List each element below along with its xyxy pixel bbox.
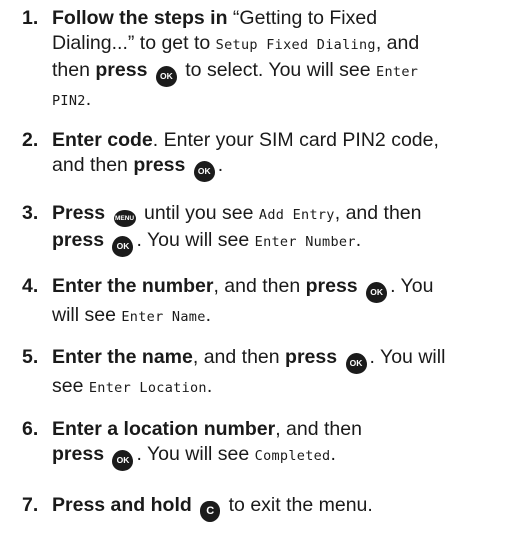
step-text-part: . (217, 154, 224, 176)
step-text: Enter the number, and then press OK. You… (52, 274, 522, 330)
clear-key-icon: C (200, 501, 221, 522)
step-number: 3. (22, 202, 39, 224)
step-action: press (305, 275, 358, 297)
step-number: 2. (22, 129, 39, 151)
ok-key-icon: OK (112, 236, 134, 257)
display-text: Setup Fixed Dialing (215, 37, 376, 53)
step-number: 5. (22, 346, 39, 368)
display-text: Enter (376, 64, 419, 80)
step-lead: Enter the number (52, 275, 214, 297)
step-lead: Enter a location number (52, 418, 276, 440)
step-lead: Enter the name (52, 346, 193, 368)
step-text-part: . (206, 375, 213, 397)
step-text-part: . You (390, 275, 434, 297)
step-number: 7. (22, 494, 39, 516)
step-text-part: . (85, 88, 92, 110)
step-text: Enter code. Enter your SIM card PIN2 cod… (52, 128, 522, 182)
display-text: Enter Location (88, 380, 207, 396)
step-text-part: . (205, 304, 212, 326)
step-text-part: , and then (334, 202, 422, 224)
step-lead: Press (52, 202, 106, 224)
step-text-part: , and then (192, 346, 286, 368)
step-text-part: to select. You will see (179, 59, 377, 81)
step-text-part: . (355, 229, 362, 251)
instruction-steps: 1. Follow the steps in “Getting to Fixed… (0, 0, 527, 539)
step-number: 4. (22, 275, 39, 297)
ok-key-icon: OK (193, 161, 215, 182)
step-text: Follow the steps in “Getting to Fixed Di… (52, 6, 522, 114)
step-text: Press MENU until you see Add Entry, and … (52, 201, 522, 257)
step-text-part: . You will (369, 346, 446, 368)
step-lead: Enter code (52, 129, 153, 151)
step-text-part: , and then (275, 418, 362, 440)
step-lead: Press and hold (52, 494, 192, 516)
step-text-part: , and (375, 32, 420, 54)
step-text-part: Dialing...” to get to (52, 32, 216, 54)
step-text: Enter the name, and then press OK. You w… (52, 345, 522, 401)
step-action: press (95, 59, 148, 81)
step-text-part: will see (52, 304, 122, 326)
step-text: Enter a location number, and then press … (52, 417, 522, 471)
display-text: PIN2 (52, 93, 86, 109)
step-lead: Follow the steps in (52, 7, 228, 29)
step-text-part: . You will see (136, 443, 255, 465)
ok-key-icon: OK (155, 66, 177, 87)
step-text: Press and hold C to exit the menu. (52, 493, 522, 522)
step-text-part: and then (52, 154, 134, 176)
step-number: 1. (22, 7, 39, 29)
step-text-part: . Enter your SIM card PIN2 code, (152, 129, 439, 151)
step-action: press (133, 154, 186, 176)
ok-key-icon: OK (112, 450, 134, 471)
step-action: press (52, 229, 105, 251)
display-text: Enter Number (254, 234, 356, 250)
step-text-part: “Getting to Fixed (227, 7, 378, 29)
step-text-part: then (52, 59, 96, 81)
step-text-part: to exit the menu. (223, 494, 373, 516)
step-text-part: until you see (138, 202, 259, 224)
step-text-part: . (330, 443, 336, 465)
display-text: Completed (254, 448, 331, 464)
step-text-part: see (52, 375, 89, 397)
ok-key-icon: OK (366, 282, 388, 303)
step-text-part: . You will see (136, 229, 255, 251)
display-text: Enter Name (121, 309, 206, 325)
step-action: press (285, 346, 338, 368)
menu-key-icon: MENU (113, 210, 136, 227)
ok-key-icon: OK (345, 353, 367, 374)
step-text-part: , and then (213, 275, 306, 297)
display-text: Add Entry (258, 207, 335, 223)
step-action: press (52, 443, 105, 465)
step-number: 6. (22, 418, 39, 440)
